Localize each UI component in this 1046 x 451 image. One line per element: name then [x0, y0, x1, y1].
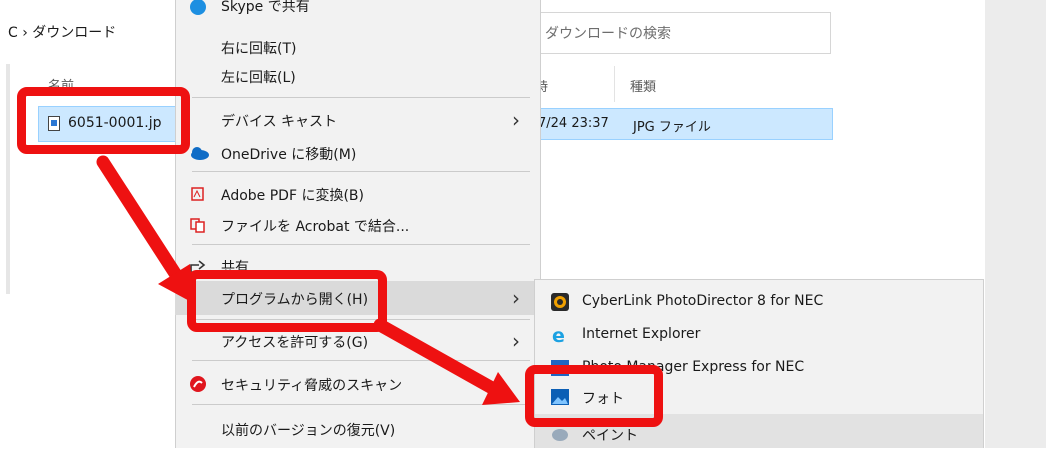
annotation-arrow-to-open-with — [96, 155, 195, 304]
annotation-arrows — [96, 155, 520, 405]
annotation-arrow-to-photos — [373, 318, 520, 405]
